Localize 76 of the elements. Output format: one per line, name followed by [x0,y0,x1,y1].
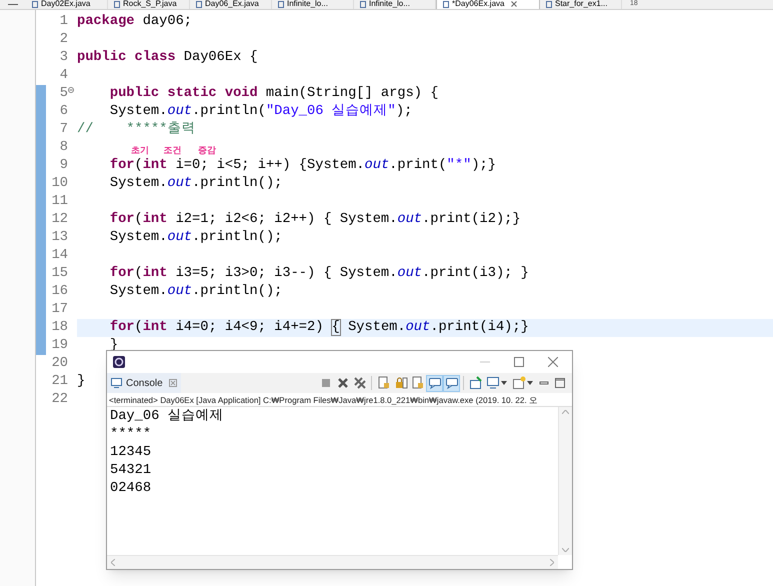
collapse-icon[interactable] [68,87,74,93]
monitor-icon [111,378,122,388]
code-line: package day06; [77,12,192,31]
close-icon[interactable] [548,357,558,367]
code-line: // *****출력 [77,120,196,139]
line-number: 17 [50,300,68,319]
chat-bubble-icon [428,376,442,390]
app-icon [113,356,125,368]
line-number: 4 [58,66,68,85]
line-number: 10 [50,174,68,193]
toolbar-button[interactable] [467,374,484,392]
editor-tab[interactable]: Day02Ex.java [26,0,108,9]
toolbar-button[interactable] [443,374,460,392]
console-tab[interactable]: Console [107,373,181,393]
code-line: for(int i4=0; i4<9; i4+=2) { System.out.print(i4);} [108,318,529,337]
line-number: 16 [50,282,68,301]
code-line: for(int i=0; i<5; i++) {System.out.print("*");} [108,156,496,175]
line-number: 18 [50,318,68,337]
remove-icon [336,376,350,390]
lock-icon [394,376,408,390]
close-icon[interactable] [168,379,177,387]
document-icon [410,376,424,390]
editor-tab[interactable]: Star_for_ex1... [540,0,622,9]
line-number: 8 [58,138,68,157]
toolbar-button[interactable] [426,374,443,392]
document-icon [376,376,390,390]
line-number: 9 [58,156,68,175]
window-icon [468,376,482,390]
line-number: 19 [50,336,68,355]
line-number: 22 [50,390,68,409]
code-line: System.out.println(); [108,228,282,247]
line-number: 21 [50,372,68,391]
line-number: 1 [58,12,68,31]
remove-all-icon [352,376,366,390]
code-line: System.out.println("Day_06 실습예제"); [108,102,412,121]
close-icon[interactable] [511,1,518,7]
monitor-icon [486,376,500,390]
code-line: } [77,372,86,391]
editor-tab[interactable]: Day06_Ex.java [190,0,272,9]
process-description: <terminated> Day06Ex [Java Application] C:₩Program Files₩Java₩jre1.8.0_221₩bin₩javaw.exe (2019. 10. 22. 오 [107,393,572,407]
code-line: for(int i3=5; i3>0; i3--) { System.out.print(i3); } [108,264,529,283]
code-line: for(int i2=1; i2<6; i2++) { System.out.print(i2);} [108,210,521,229]
code-line: System.out.println(); [108,174,282,193]
line-number: 2 [58,30,68,49]
toolbar-button[interactable] [484,374,501,392]
caret-icon[interactable] [501,381,507,385]
line-number: 12 [50,210,68,229]
line-number: 20 [50,354,68,373]
editor-tab[interactable]: *Day06Ex.java [436,0,540,9]
line-number: 5 [58,84,68,103]
chat-bubble-icon [444,376,458,390]
line-number: 6 [58,102,68,121]
code-line: public static void main(String[] args) { [108,84,438,103]
console-output-line: 12345 [110,444,152,462]
editor-tab[interactable]: Infinite_lo... [272,0,354,9]
toolbar-button[interactable] [510,374,527,392]
line-number: 15 [50,264,68,283]
console-output-line: Day_06 실습예제 [110,408,224,426]
console-output-line: 02468 [110,480,152,498]
maximize-icon[interactable] [555,378,565,388]
annotation-label: 조건 [164,146,182,156]
line-number: 13 [50,228,68,247]
line-number: 7 [58,120,68,139]
code-line: public class Day06Ex { [77,48,258,67]
caret-icon[interactable] [527,381,533,385]
line-number: 11 [50,192,68,211]
new-window-icon [512,376,526,390]
annotation-label: 증감 [198,146,216,156]
code-line: System.out.println(); [108,282,282,301]
editor-tab[interactable]: Rock_S_P.java [108,0,190,9]
annotation-label: 초기 [131,146,150,156]
line-number: 14 [50,246,68,265]
console-output-line: 54321 [110,462,152,480]
console-output-line: ***** [110,426,152,444]
maximize-icon[interactable] [514,357,524,367]
line-number: 3 [58,48,68,67]
